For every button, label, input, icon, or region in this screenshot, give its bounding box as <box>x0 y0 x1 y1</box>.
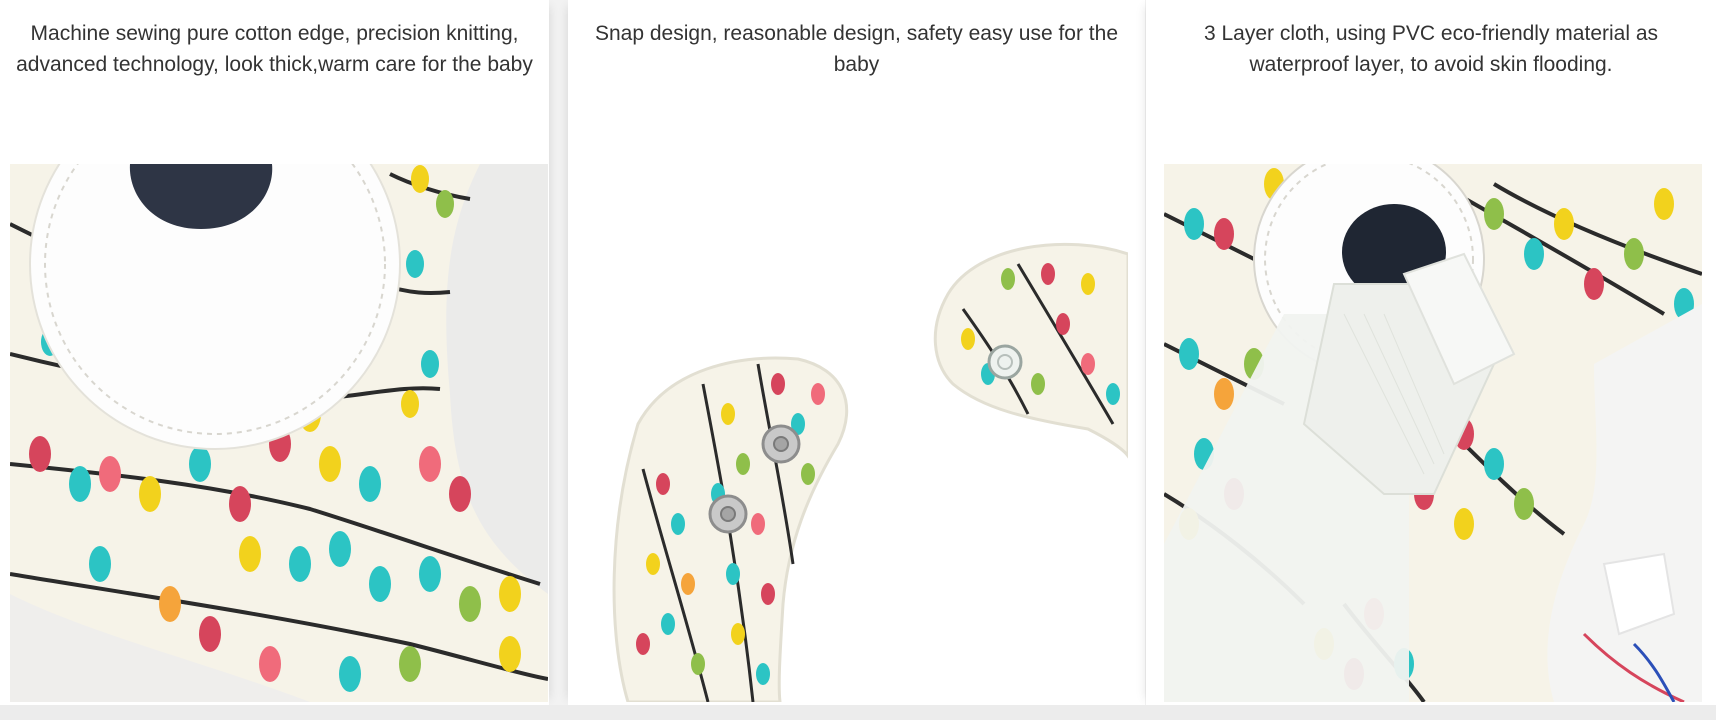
feature-card-3: 3 Layer cloth, using PVC eco-friendly ma… <box>1146 0 1716 705</box>
feature-card-2: Snap design, reasonable design, safety e… <box>568 0 1145 705</box>
snap-buttons-photo <box>568 164 1128 702</box>
feature-caption: Machine sewing pure cotton edge, precisi… <box>16 22 533 76</box>
feature-card-1: Machine sewing pure cotton edge, precisi… <box>0 0 549 705</box>
cotton-edge-closeup-photo <box>10 164 548 702</box>
feature-caption: 3 Layer cloth, using PVC eco-friendly ma… <box>1203 22 1659 76</box>
page-bottom-edge <box>0 705 1716 720</box>
velcro-waterproof-layer-photo <box>1164 164 1702 702</box>
feature-caption: Snap design, reasonable design, safety e… <box>594 22 1118 76</box>
